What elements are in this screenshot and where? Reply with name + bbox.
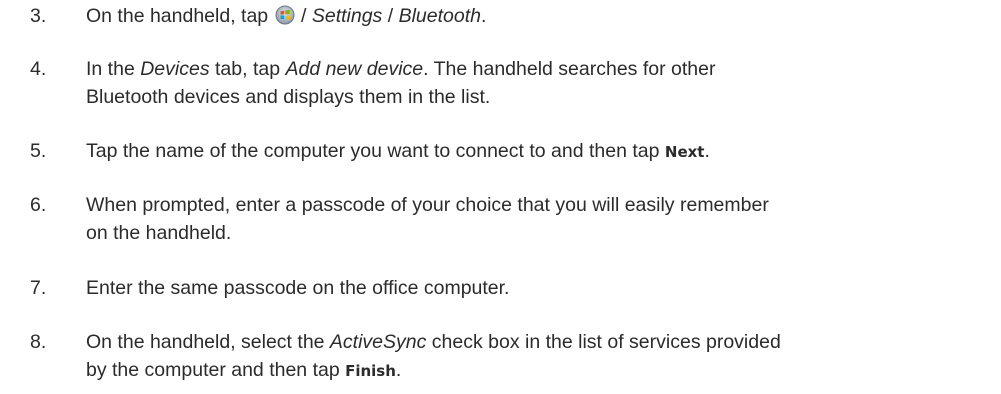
step-text-part: on the handheld. bbox=[86, 222, 232, 244]
activesync-label: ActiveSync bbox=[329, 331, 427, 353]
bluetooth-menu-label: Bluetooth bbox=[398, 5, 481, 27]
step-text-part: On the handheld, select the bbox=[86, 331, 330, 353]
next-button-label: Next bbox=[664, 143, 705, 161]
step-text-part: . bbox=[395, 359, 402, 381]
step-text-part: tab, tap bbox=[209, 58, 286, 80]
step-text-part: by the computer and then tap bbox=[86, 359, 346, 381]
step-text: On the handheld, select the ActiveSync c… bbox=[86, 328, 986, 385]
step-text-part: In the bbox=[86, 58, 141, 80]
step-text-part: . The handheld searches for other bbox=[423, 58, 716, 80]
step-number: 4. bbox=[30, 58, 47, 80]
instruction-steps: 3. On the handheld, tap / Settings / Blu… bbox=[0, 0, 1001, 394]
step-number: 6. bbox=[30, 194, 47, 216]
step-text: When prompted, enter a passcode of your … bbox=[86, 191, 986, 247]
step-number: 5. bbox=[30, 140, 47, 162]
step-text-part: When prompted, enter a passcode of your … bbox=[86, 194, 769, 216]
step-text: Enter the same passcode on the office co… bbox=[86, 277, 510, 299]
step-text-part: / bbox=[382, 5, 399, 27]
step-number: 8. bbox=[30, 331, 47, 353]
step-text-part: Tap the name of the computer you want to… bbox=[86, 140, 665, 162]
step-text-part: / bbox=[295, 5, 312, 27]
step-text: On the handheld, tap / Settings / Blueto… bbox=[86, 2, 986, 30]
step-text: Tap the name of the computer you want to… bbox=[86, 137, 986, 166]
step-text-part: check box in the list of services provid… bbox=[426, 331, 781, 353]
step-text-part: On the handheld, tap bbox=[86, 5, 274, 27]
step-text: In the Devices tab, tap Add new device. … bbox=[86, 55, 986, 111]
devices-tab-label: Devices bbox=[140, 58, 210, 80]
step-number: 7. bbox=[30, 277, 47, 299]
add-new-device-label: Add new device bbox=[285, 58, 424, 80]
step-number: 3. bbox=[30, 5, 47, 27]
step-text-part: . bbox=[480, 5, 487, 27]
finish-button-label: Finish bbox=[345, 362, 396, 380]
settings-menu-label: Settings bbox=[311, 5, 383, 27]
windows-start-icon bbox=[275, 5, 295, 25]
step-text-part: . bbox=[704, 140, 710, 162]
step-text-part: Bluetooth devices and displays them in t… bbox=[86, 86, 491, 108]
